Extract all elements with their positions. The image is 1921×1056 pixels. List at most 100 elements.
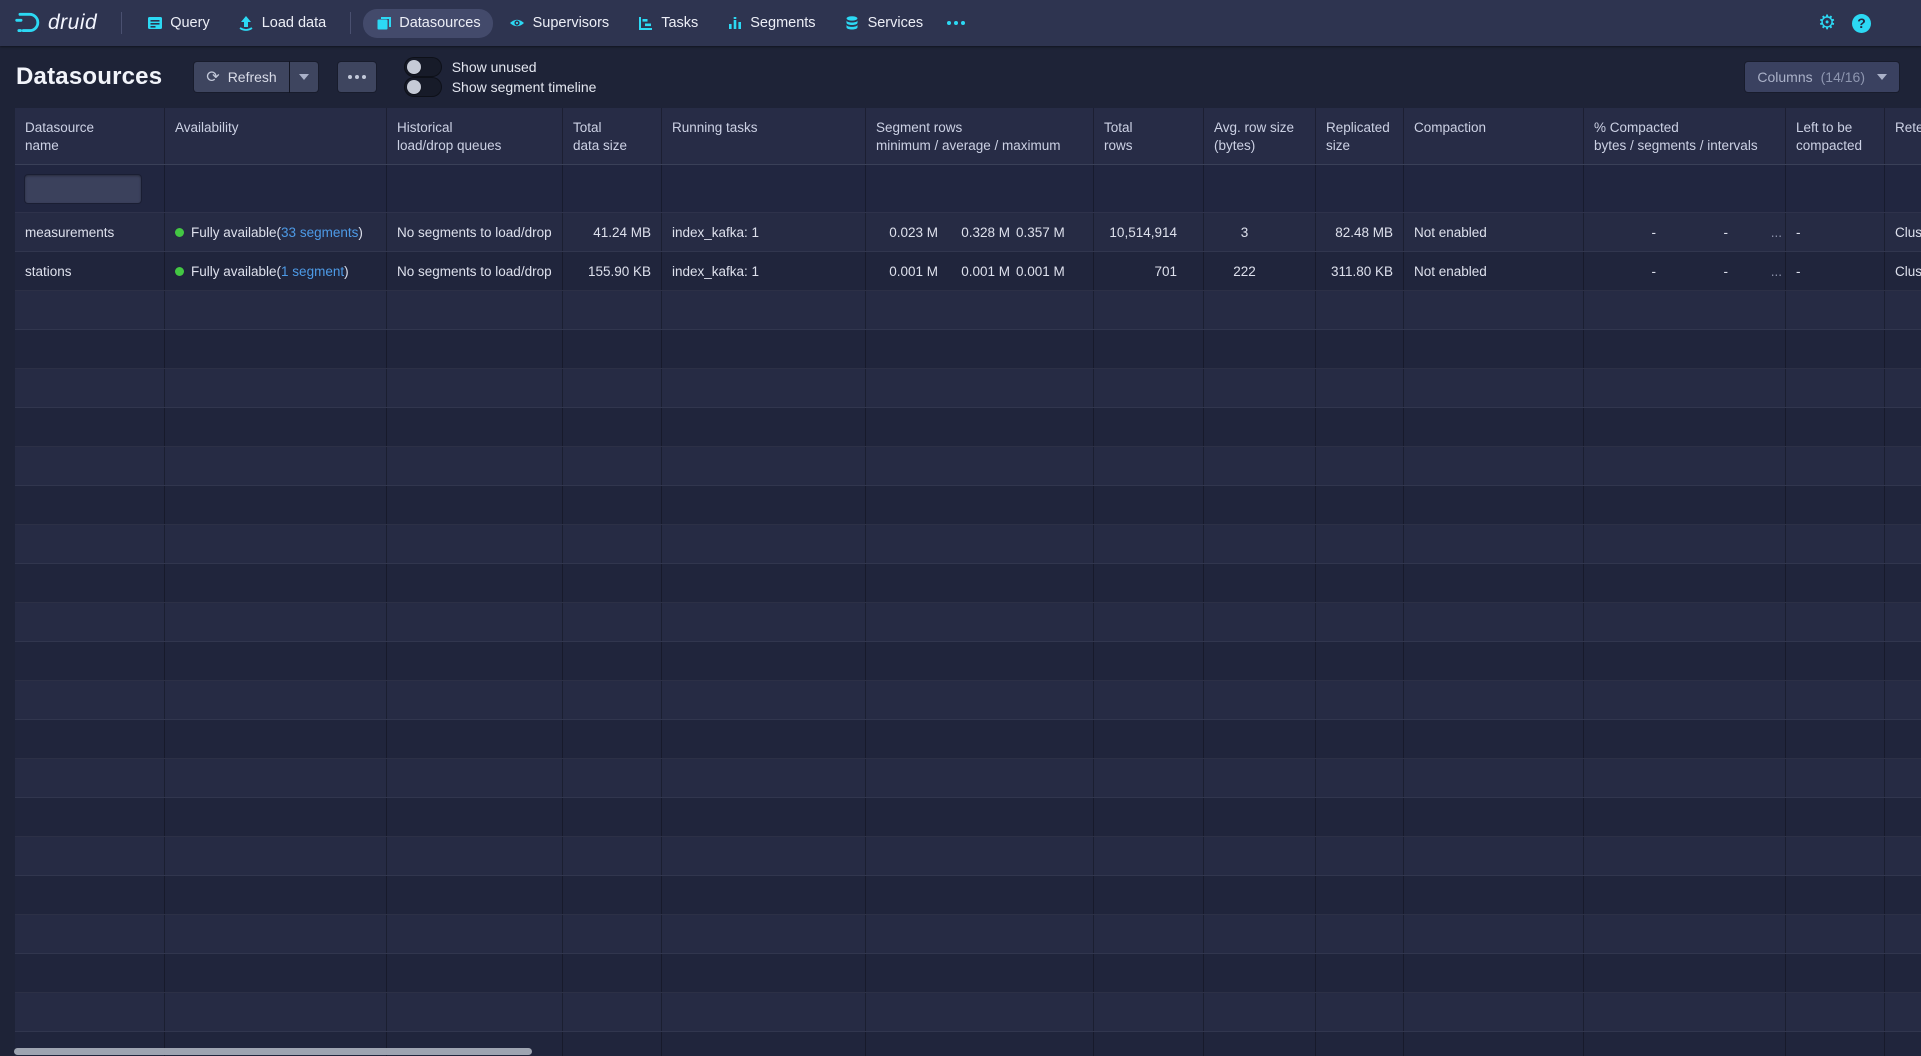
switch-track: [404, 57, 442, 77]
empty-cell: [387, 993, 563, 1031]
refresh-interval-dropdown-button[interactable]: [290, 62, 318, 92]
help-icon[interactable]: ?: [1852, 14, 1871, 33]
empty-cell: [387, 408, 563, 446]
column-header-total[interactable]: Totaldata size: [563, 108, 662, 164]
column-header-compaction[interactable]: Compaction: [1404, 108, 1584, 164]
empty-cell: [1786, 564, 1885, 602]
empty-cell: [1584, 876, 1786, 914]
nav-item-label: Tasks: [661, 15, 698, 31]
empty-cell: [1316, 408, 1404, 446]
column-header-avg-row-size[interactable]: Avg. row size(bytes): [1204, 108, 1316, 164]
empty-cell: [165, 291, 387, 329]
empty-cell: [15, 954, 165, 992]
empty-cell: [1584, 954, 1786, 992]
ellipsis-icon: [947, 21, 965, 25]
segments-link[interactable]: 1 segment: [281, 264, 344, 279]
replicated-size-cell: 311.80 KB: [1316, 252, 1404, 290]
segments-link[interactable]: 33 segments: [281, 225, 358, 240]
compaction-cell[interactable]: Not enabled: [1404, 252, 1584, 290]
empty-table-row: [15, 642, 1921, 681]
empty-cell: [1786, 798, 1885, 836]
left-to-compact-cell: -: [1786, 252, 1885, 290]
horizontal-scrollbar-thumb[interactable]: [14, 1048, 532, 1055]
empty-cell: [165, 759, 387, 797]
retention-cell[interactable]: Cluster default: [1885, 213, 1921, 251]
nav-item-query[interactable]: Query: [134, 9, 222, 38]
empty-cell: [1584, 486, 1786, 524]
empty-cell: [662, 447, 866, 485]
nav-item-supervisors[interactable]: Supervisors: [497, 9, 622, 38]
datasource-name-filter-input[interactable]: [25, 175, 141, 203]
empty-cell: [1885, 525, 1921, 563]
column-header--compacted[interactable]: % Compactedbytes / segments / intervals: [1584, 108, 1786, 164]
empty-cell: [662, 720, 866, 758]
nav-item-segments[interactable]: Segments: [714, 9, 827, 38]
toggle-show-unused[interactable]: Show unused: [404, 57, 597, 77]
empty-cell: [1584, 642, 1786, 680]
datasource-row-stations[interactable]: stationsFully available (1 segment)No se…: [15, 252, 1921, 291]
empty-cell: [1885, 720, 1921, 758]
empty-cell: [1094, 447, 1204, 485]
toggle-label: Show unused: [452, 59, 537, 75]
empty-cell: [866, 837, 1094, 875]
column-header-replicated[interactable]: Replicatedsize: [1316, 108, 1404, 164]
empty-cell: [1786, 720, 1885, 758]
datasource-row-measurements[interactable]: measurementsFully available (33 segments…: [15, 213, 1921, 252]
empty-cell: [1316, 993, 1404, 1031]
empty-cell: [563, 291, 662, 329]
nav-item-tasks[interactable]: Tasks: [625, 9, 710, 38]
nav-item-label: Load data: [262, 15, 327, 31]
empty-cell: [1584, 447, 1786, 485]
column-header-datasource[interactable]: Datasourcename: [15, 108, 165, 164]
nav-item-load-data[interactable]: Load data: [226, 9, 339, 38]
empty-cell: [866, 720, 1094, 758]
empty-cell: [1094, 330, 1204, 368]
column-header-retention[interactable]: Retention: [1885, 108, 1921, 164]
column-header-historical[interactable]: Historicalload/drop queues: [387, 108, 563, 164]
empty-cell: [662, 759, 866, 797]
empty-table-row: [15, 876, 1921, 915]
empty-cell: [1316, 525, 1404, 563]
columns-selector-button[interactable]: Columns (14/16): [1745, 62, 1899, 92]
filter-cell: [387, 165, 563, 212]
nav-more-button[interactable]: [937, 15, 975, 31]
left-to-compact-cell: -: [1786, 213, 1885, 251]
nav-item-datasources[interactable]: Datasources: [363, 9, 492, 38]
refresh-button[interactable]: ⟳ Refresh: [194, 62, 288, 92]
empty-cell: [662, 564, 866, 602]
column-header-total[interactable]: Totalrows: [1094, 108, 1204, 164]
column-header-availability[interactable]: Availability: [165, 108, 387, 164]
empty-cell: [387, 798, 563, 836]
availability-cell: Fully available (1 segment): [165, 252, 387, 290]
more-actions-button[interactable]: [338, 62, 376, 92]
empty-cell: [15, 525, 165, 563]
column-header-segment-rows[interactable]: Segment rowsminimum / average / maximum: [866, 108, 1094, 164]
page-header: Datasources ⟳ Refresh Show unused Show s…: [0, 46, 1921, 108]
total-rows-cell: 10,514,914: [1094, 213, 1204, 251]
empty-cell: [662, 993, 866, 1031]
column-header-left-to-be[interactable]: Left to becompacted: [1786, 108, 1885, 164]
empty-cell: [165, 642, 387, 680]
nav-item-label: Services: [868, 15, 924, 31]
empty-cell: [1316, 642, 1404, 680]
nav-item-label: Datasources: [399, 15, 480, 31]
toggle-show-segment-timeline[interactable]: Show segment timeline: [404, 77, 597, 97]
column-header-running-tasks[interactable]: Running tasks: [662, 108, 866, 164]
compaction-cell[interactable]: Not enabled: [1404, 213, 1584, 251]
empty-cell: [1094, 915, 1204, 953]
settings-gear-icon[interactable]: ⚙: [1818, 13, 1836, 33]
empty-cell: [563, 486, 662, 524]
empty-cell: [1404, 525, 1584, 563]
empty-cell: [866, 993, 1094, 1031]
retention-cell[interactable]: Cluster default: [1885, 252, 1921, 290]
empty-cell: [662, 681, 866, 719]
empty-cell: [866, 915, 1094, 953]
nav-item-label: Supervisors: [533, 15, 610, 31]
empty-cell: [866, 330, 1094, 368]
database-icon: [844, 15, 861, 32]
empty-cell: [1094, 759, 1204, 797]
druid-logo[interactable]: druid: [14, 10, 97, 36]
nav-item-services[interactable]: Services: [832, 9, 936, 38]
empty-cell: [563, 447, 662, 485]
empty-cell: [563, 1032, 662, 1056]
